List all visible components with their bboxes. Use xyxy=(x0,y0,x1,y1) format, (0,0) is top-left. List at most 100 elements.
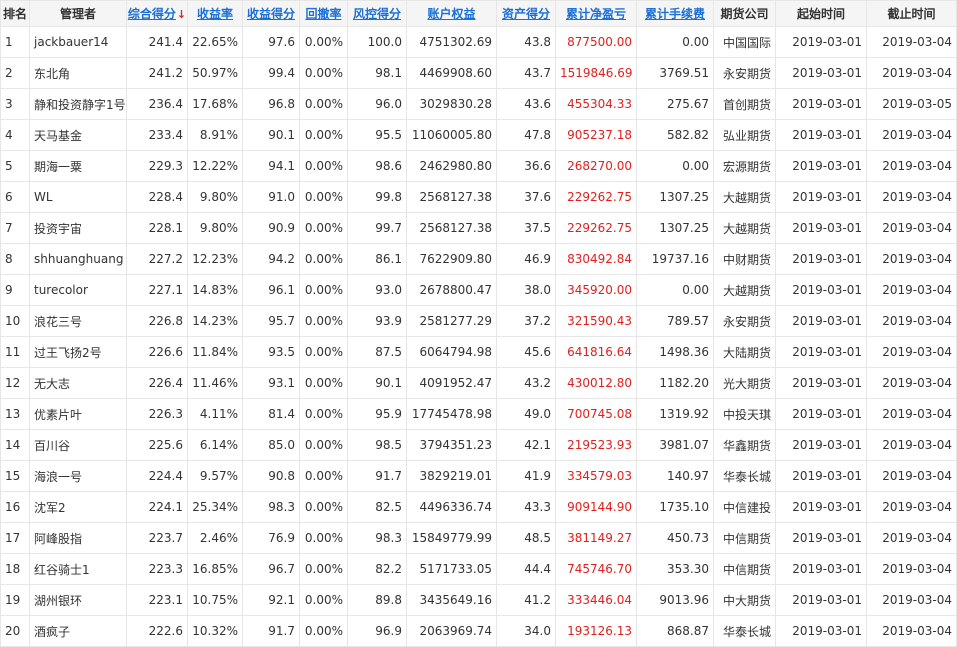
yield-rate-cell: 11.46% xyxy=(187,367,243,399)
header-rank: 排名 xyxy=(0,0,30,27)
start-date-cell: 2019-03-01 xyxy=(775,212,867,244)
sort-equity-link[interactable]: 账户权益 xyxy=(427,7,475,21)
yield-score-cell: 81.4 xyxy=(242,398,300,430)
equity-cell: 4469908.60 xyxy=(406,57,497,89)
cum-pnl-cell: 430012.80 xyxy=(555,367,637,399)
asset-score-cell: 37.5 xyxy=(496,212,556,244)
asset-score-cell: 46.9 xyxy=(496,243,556,275)
header-total-score[interactable]: 综合得分↓ xyxy=(126,0,188,27)
sort-total-score-link[interactable]: 综合得分 xyxy=(128,7,176,21)
cum-pnl-cell: 334579.03 xyxy=(555,460,637,492)
asset-score-cell: 43.7 xyxy=(496,57,556,89)
yield-rate-cell: 25.34% xyxy=(187,491,243,523)
header-equity[interactable]: 账户权益 xyxy=(406,0,497,27)
table-body: 1 jackbauer14 241.4 22.65% 97.6 0.00% 100.0 475… xyxy=(0,26,957,647)
sort-asset-score-link[interactable]: 资产得分 xyxy=(502,7,550,21)
header-cum-fee[interactable]: 累计手续费 xyxy=(636,0,714,27)
total-score-cell: 228.1 xyxy=(126,212,188,244)
rank-cell: 20 xyxy=(0,615,30,647)
sort-yield-rate-link[interactable]: 收益率 xyxy=(197,7,233,21)
cum-pnl-cell: 830492.84 xyxy=(555,243,637,275)
manager-cell: jackbauer14 xyxy=(29,26,127,58)
total-score-cell: 226.4 xyxy=(126,367,188,399)
yield-rate-cell: 10.32% xyxy=(187,615,243,647)
sort-drawdown-link[interactable]: 回撤率 xyxy=(305,7,341,21)
cum-fee-cell: 1182.20 xyxy=(636,367,714,399)
manager-cell: 阿峰股指 xyxy=(29,522,127,554)
header-cum-pnl[interactable]: 累计净盈亏 xyxy=(555,0,637,27)
yield-score-cell: 93.5 xyxy=(242,336,300,368)
equity-cell: 3029830.28 xyxy=(406,88,497,120)
equity-cell: 6064794.98 xyxy=(406,336,497,368)
cum-fee-cell: 1498.36 xyxy=(636,336,714,368)
total-score-cell: 241.4 xyxy=(126,26,188,58)
yield-score-cell: 99.4 xyxy=(242,57,300,89)
yield-rate-cell: 22.65% xyxy=(187,26,243,58)
equity-cell: 3435649.16 xyxy=(406,584,497,616)
equity-cell: 3794351.23 xyxy=(406,429,497,461)
broker-cell: 大越期货 xyxy=(713,181,776,213)
header-drawdown[interactable]: 回撤率 xyxy=(299,0,348,27)
broker-cell: 中财期货 xyxy=(713,243,776,275)
table-row: 1 jackbauer14 241.4 22.65% 97.6 0.00% 100.0 475… xyxy=(0,26,957,58)
rank-cell: 9 xyxy=(0,274,30,306)
yield-score-cell: 90.9 xyxy=(242,212,300,244)
header-broker-label: 期货公司 xyxy=(720,7,769,21)
drawdown-cell: 0.00% xyxy=(299,553,348,585)
start-date-cell: 2019-03-01 xyxy=(775,491,867,523)
total-score-cell: 222.6 xyxy=(126,615,188,647)
table-row: 18 红谷骑士1 223.3 16.85% 96.7 0.00% 82.2 5171733.0… xyxy=(0,553,957,585)
drawdown-cell: 0.00% xyxy=(299,615,348,647)
broker-cell: 中国国际 xyxy=(713,26,776,58)
cum-pnl-cell: 321590.43 xyxy=(555,305,637,337)
sort-cum-pnl-link[interactable]: 累计净盈亏 xyxy=(566,7,626,21)
asset-score-cell: 45.6 xyxy=(496,336,556,368)
manager-cell: 静和投资静字1号 xyxy=(29,88,127,120)
header-yield-rate[interactable]: 收益率 xyxy=(187,0,243,27)
start-date-cell: 2019-03-01 xyxy=(775,522,867,554)
cum-fee-cell: 3981.07 xyxy=(636,429,714,461)
broker-cell: 永安期货 xyxy=(713,305,776,337)
manager-cell: 期海一粟 xyxy=(29,150,127,182)
table-row: 6 WL 228.4 9.80% 91.0 0.00% 99.8 2568127.38 37.6… xyxy=(0,181,957,213)
yield-rate-cell: 17.68% xyxy=(187,88,243,120)
total-score-cell: 227.2 xyxy=(126,243,188,275)
yield-score-cell: 76.9 xyxy=(242,522,300,554)
header-risk-score[interactable]: 风控得分 xyxy=(347,0,407,27)
cum-pnl-cell: 455304.33 xyxy=(555,88,637,120)
broker-cell: 中信期货 xyxy=(713,553,776,585)
rank-cell: 16 xyxy=(0,491,30,523)
sort-yield-score-link[interactable]: 收益得分 xyxy=(247,7,295,21)
yield-rate-cell: 2.46% xyxy=(187,522,243,554)
yield-score-cell: 96.1 xyxy=(242,274,300,306)
sort-risk-score-link[interactable]: 风控得分 xyxy=(353,7,401,21)
cum-fee-cell: 140.97 xyxy=(636,460,714,492)
manager-cell: 过王飞扬2号 xyxy=(29,336,127,368)
total-score-cell: 226.3 xyxy=(126,398,188,430)
end-date-cell: 2019-03-04 xyxy=(866,336,957,368)
manager-cell: 百川谷 xyxy=(29,429,127,461)
rank-cell: 4 xyxy=(0,119,30,151)
rank-cell: 12 xyxy=(0,367,30,399)
manager-cell: 投资宇宙 xyxy=(29,212,127,244)
end-date-cell: 2019-03-04 xyxy=(866,305,957,337)
total-score-cell: 233.4 xyxy=(126,119,188,151)
total-score-cell: 236.4 xyxy=(126,88,188,120)
header-yield-score[interactable]: 收益得分 xyxy=(242,0,300,27)
cum-pnl-cell: 268270.00 xyxy=(555,150,637,182)
broker-cell: 中大期货 xyxy=(713,584,776,616)
equity-cell: 2568127.38 xyxy=(406,212,497,244)
cum-fee-cell: 1307.25 xyxy=(636,181,714,213)
sort-cum-fee-link[interactable]: 累计手续费 xyxy=(645,7,705,21)
table-row: 4 天马基金 233.4 8.91% 90.1 0.00% 95.5 11060005.80 4… xyxy=(0,119,957,151)
header-asset-score[interactable]: 资产得分 xyxy=(496,0,556,27)
drawdown-cell: 0.00% xyxy=(299,367,348,399)
end-date-cell: 2019-03-04 xyxy=(866,398,957,430)
end-date-cell: 2019-03-04 xyxy=(866,522,957,554)
table-row: 13 优素片叶 226.3 4.11% 81.4 0.00% 95.9 17745478.98… xyxy=(0,398,957,430)
equity-cell: 7622909.80 xyxy=(406,243,497,275)
rank-cell: 8 xyxy=(0,243,30,275)
rank-cell: 15 xyxy=(0,460,30,492)
table-row: 11 过王飞扬2号 226.6 11.84% 93.5 0.00% 87.5 6064794.… xyxy=(0,336,957,368)
equity-cell: 4751302.69 xyxy=(406,26,497,58)
